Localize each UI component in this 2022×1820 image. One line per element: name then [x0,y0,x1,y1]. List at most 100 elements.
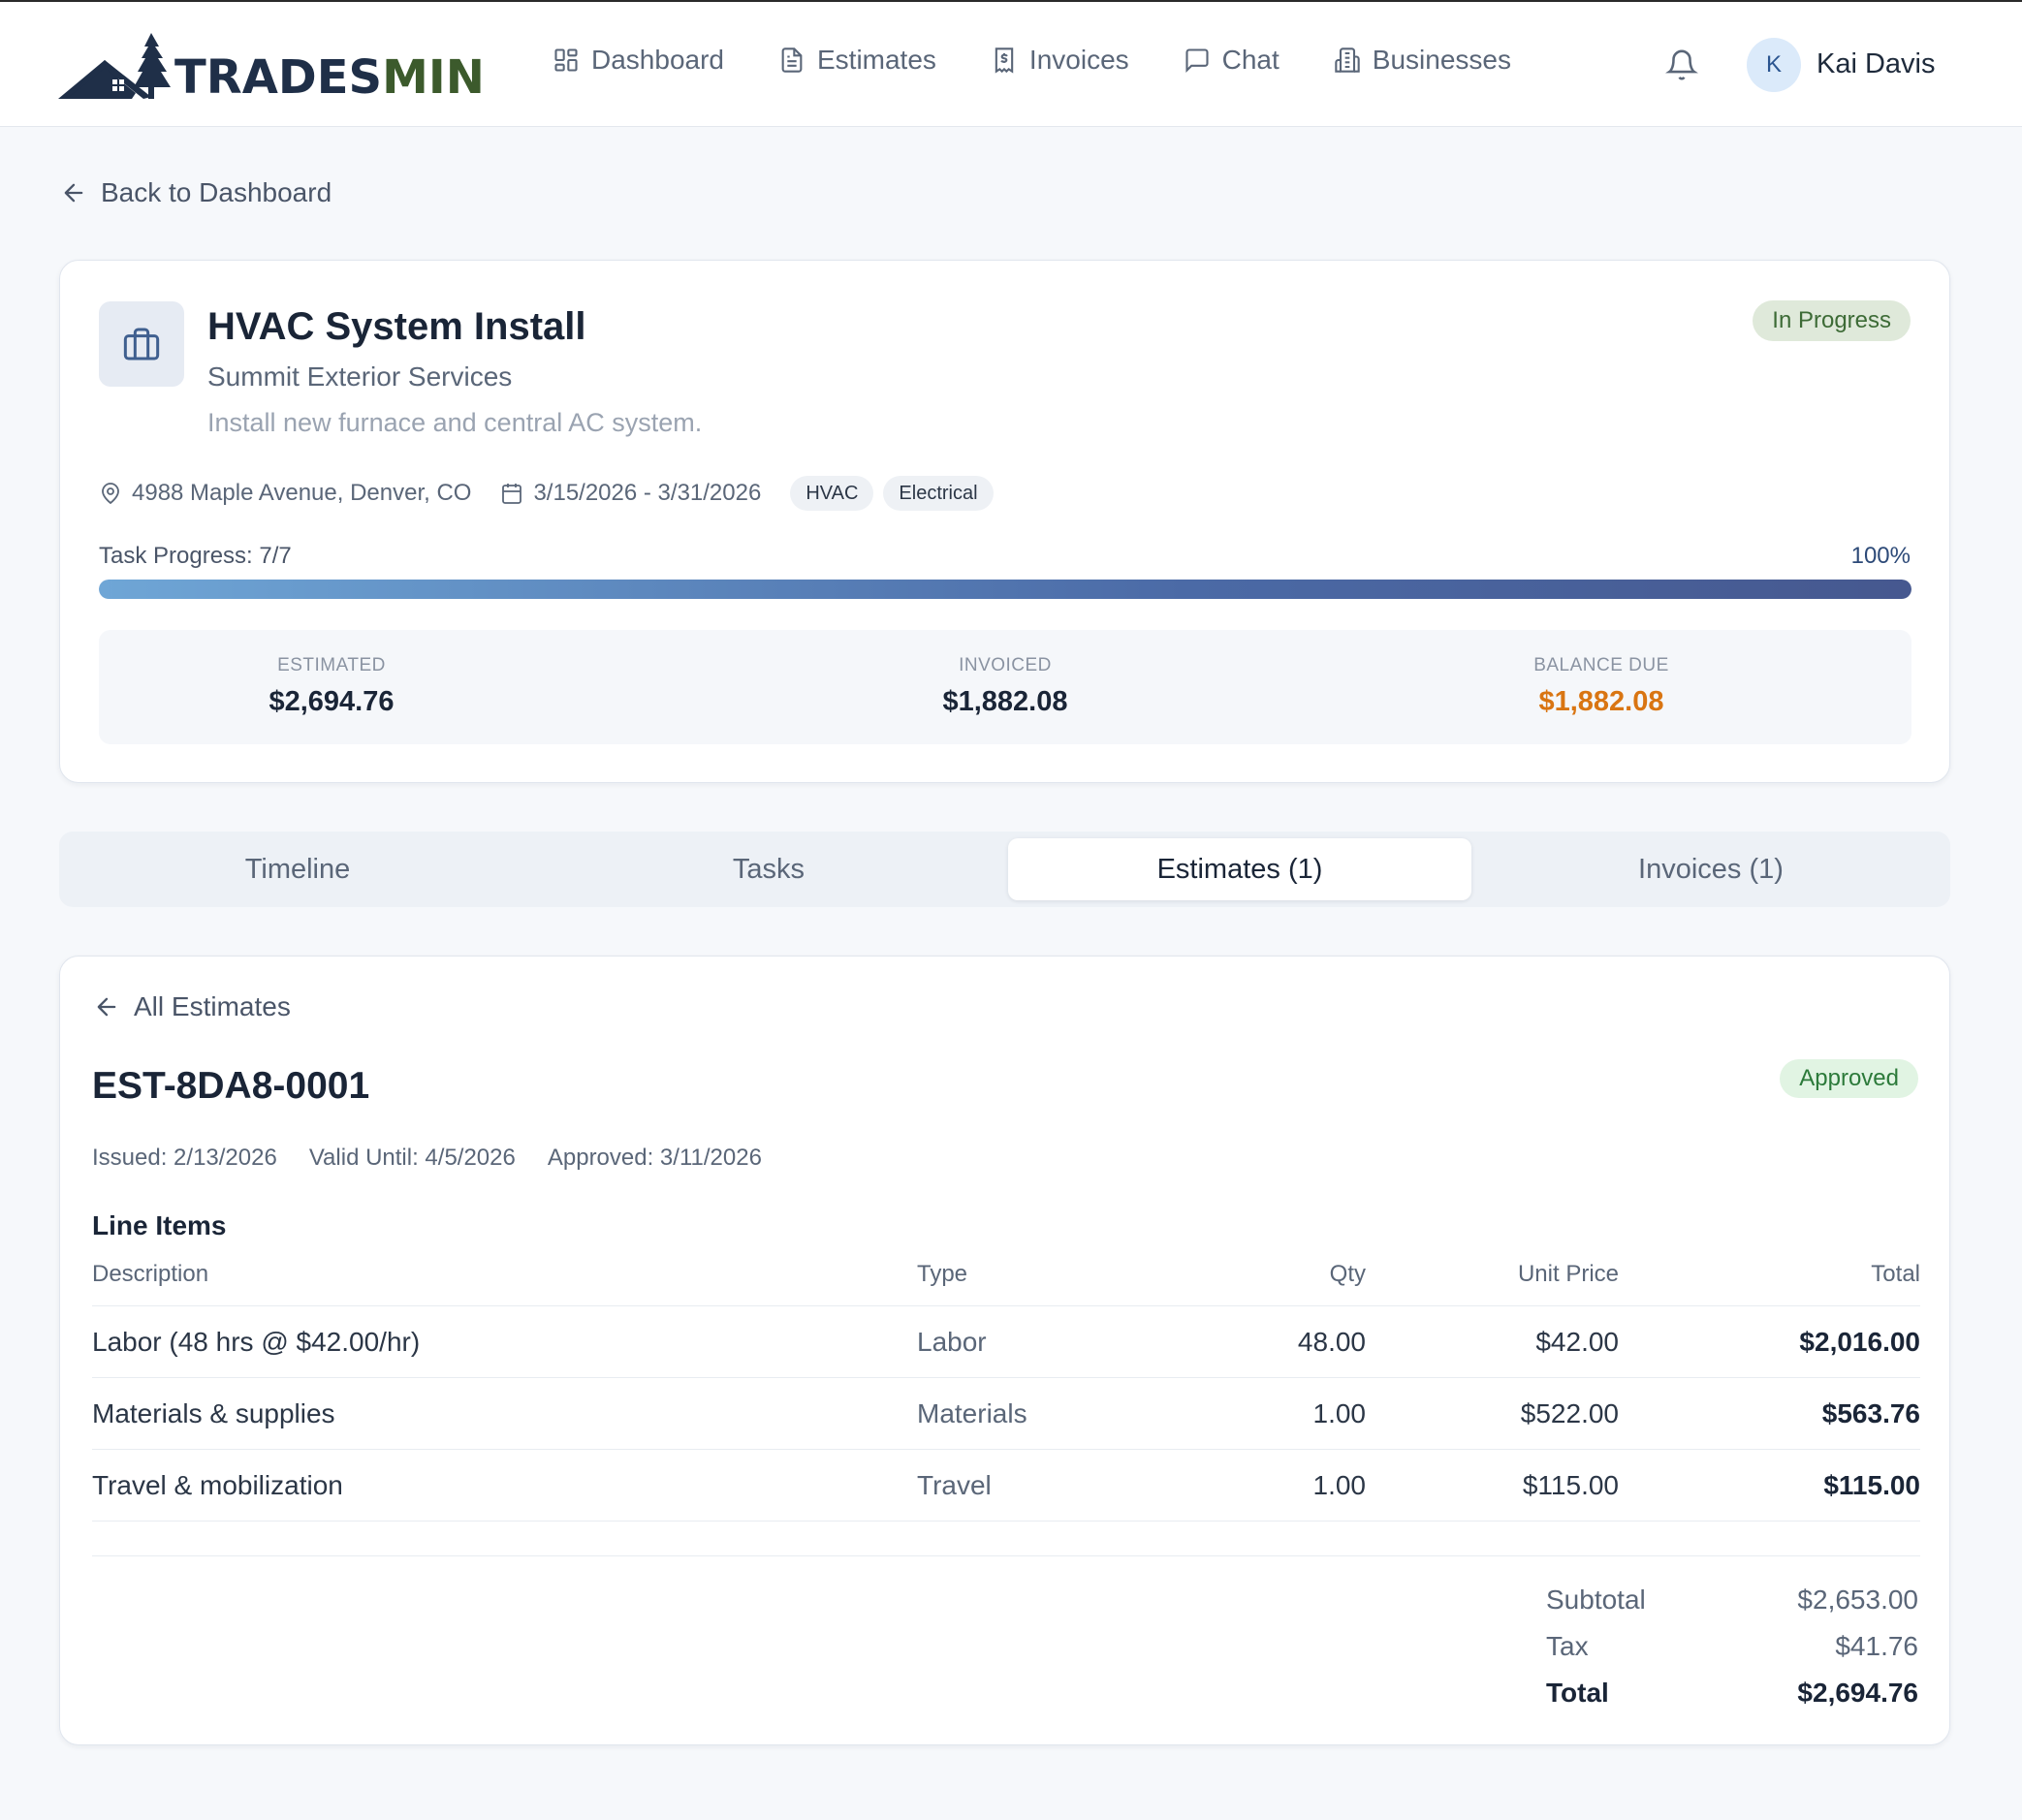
nav-businesses[interactable]: Businesses [1334,45,1511,76]
building-icon [1335,47,1360,73]
column-header-total: Total [1871,1261,1920,1287]
tax-value: $41.76 [1835,1631,1918,1661]
briefcase-icon [123,328,160,361]
invoiced-value: $1,882.08 [942,686,1068,717]
row-description: Travel & mobilization [92,1470,343,1500]
table-row: Labor (48 hrs @ $42.00/hr) Labor 48.00 $… [92,1305,1920,1377]
estimate-status-badge: Approved [1780,1059,1918,1098]
user-avatar[interactable]: K [1747,38,1801,92]
project-tabs: Timeline Tasks Estimates (1) Invoices (1… [59,832,1950,907]
date-range-text: 3/15/2026 - 3/31/2026 [533,480,762,506]
line-items-heading: Line Items [92,1210,227,1240]
column-header-description: Description [92,1261,209,1287]
row-total: $563.76 [1821,1398,1920,1428]
tab-invoices[interactable]: Invoices (1) [1479,838,1943,900]
tag-hvac: HVAC [790,476,874,511]
row-type: Travel [917,1470,992,1500]
invoiced-summary: INVOICED $1,882.08 [811,655,1199,718]
tag-electrical: Electrical [883,476,994,511]
estimated-label: ESTIMATED [277,655,386,675]
project-status-badge: In Progress [1753,300,1911,341]
row-type: Labor [917,1327,987,1357]
grid-icon [554,48,578,72]
table-row: Travel & mobilization Travel 1.00 $115.0… [92,1449,1920,1521]
table-bottom-border [92,1521,1920,1522]
row-total: $2,016.00 [1799,1327,1920,1357]
task-progress-label: Task Progress: 7/7 [99,543,292,569]
chat-icon [1185,48,1209,74]
balance-due-label: BALANCE DUE [1533,655,1669,675]
row-qty: 48.00 [1297,1327,1366,1357]
total-label: Total [1546,1678,1609,1708]
back-link-label: Back to Dashboard [101,177,332,207]
estimated-value: $2,694.76 [269,686,395,717]
nav-estimates[interactable]: Estimates [778,45,936,76]
arrow-left-icon [64,183,83,203]
row-type: Materials [917,1398,1027,1428]
balance-due-summary: BALANCE DUE $1,882.08 [1407,655,1795,718]
task-progress-percent: 100% [1850,543,1911,569]
balance-due-value: $1,882.08 [1538,686,1664,717]
row-unit-price: $115.00 [1522,1470,1619,1500]
all-estimates-label: All Estimates [134,991,291,1021]
project-meta: 4988 Maple Avenue, Denver, CO 3/15/2026 … [99,476,1003,511]
task-progress-bar [99,580,1911,599]
main-nav: Dashboard Estimates Invoices Chat Busine… [553,45,1565,76]
notifications-button[interactable] [1665,48,1698,86]
table-row: Materials & supplies Materials 1.00 $522… [92,1377,1920,1449]
column-header-unit-price: Unit Price [1517,1261,1619,1287]
totals-divider [92,1555,1920,1556]
address-text: 4988 Maple Avenue, Denver, CO [132,480,472,506]
issued-date: Issued: 2/13/2026 [92,1145,277,1171]
top-navigation-bar: TRADESMIN Dashboard Estimates Invoices C… [0,0,2022,127]
estimate-number: EST-8DA8-0001 [92,1065,370,1107]
house-tree-logo-icon [58,33,171,99]
project-address: 4988 Maple Avenue, Denver, CO [99,480,471,507]
subtotal-label: Subtotal [1546,1585,1646,1615]
project-dates: 3/15/2026 - 3/31/2026 [500,480,761,507]
project-summary-card: HVAC System Install Summit Exterior Serv… [59,260,1950,783]
nav-invoices[interactable]: Invoices [991,45,1129,76]
estimate-dates: Issued: 2/13/2026 Valid Until: 4/5/2026 … [92,1145,794,1172]
estimated-summary: ESTIMATED $2,694.76 [138,655,525,718]
row-unit-price: $522.00 [1520,1398,1619,1428]
row-total: $115.00 [1823,1470,1920,1500]
nav-dashboard[interactable]: Dashboard [553,45,724,76]
nav-dashboard-label: Dashboard [591,45,724,75]
brand-logo[interactable]: TRADESMIN [58,31,485,101]
calendar-icon [502,484,522,504]
total-value: $2,694.76 [1797,1678,1918,1708]
valid-until-date: Valid Until: 4/5/2026 [308,1145,516,1171]
row-description: Materials & supplies [92,1398,335,1428]
nav-invoices-label: Invoices [1028,45,1129,75]
estimate-detail-card: All Estimates EST-8DA8-0001 Approved Iss… [59,956,1950,1745]
task-progress-fill [99,580,1911,599]
tab-estimates[interactable]: Estimates (1) [1008,838,1471,900]
row-description: Labor (48 hrs @ $42.00/hr) [92,1327,421,1357]
project-company: Summit Exterior Services [207,361,513,392]
project-icon-tile [99,301,184,387]
bell-icon [1665,49,1698,80]
nav-chat[interactable]: Chat [1184,45,1280,76]
approved-date: Approved: 3/11/2026 [547,1145,762,1171]
nav-estimates-label: Estimates [816,45,936,75]
tab-timeline[interactable]: Timeline [66,838,529,900]
column-header-qty: Qty [1329,1261,1366,1287]
row-qty: 1.00 [1312,1470,1367,1500]
financial-summary: ESTIMATED $2,694.76 INVOICED $1,882.08 B… [99,630,1911,744]
map-pin-icon [102,483,119,505]
row-qty: 1.00 [1312,1398,1367,1428]
column-header-type: Type [917,1261,968,1287]
tax-label: Tax [1546,1631,1589,1661]
user-name[interactable]: Kai Davis [1817,48,1936,80]
document-icon [781,47,803,73]
nav-businesses-label: Businesses [1372,45,1511,75]
arrow-left-icon [97,997,116,1017]
nav-chat-label: Chat [1221,45,1280,75]
tab-tasks[interactable]: Tasks [537,838,1000,900]
receipt-icon [995,47,1014,74]
all-estimates-link[interactable]: All Estimates [93,991,291,1022]
back-to-dashboard-link[interactable]: Back to Dashboard [60,177,332,208]
project-description: Install new furnace and central AC syste… [207,408,703,437]
subtotal-value: $2,653.00 [1797,1585,1918,1615]
